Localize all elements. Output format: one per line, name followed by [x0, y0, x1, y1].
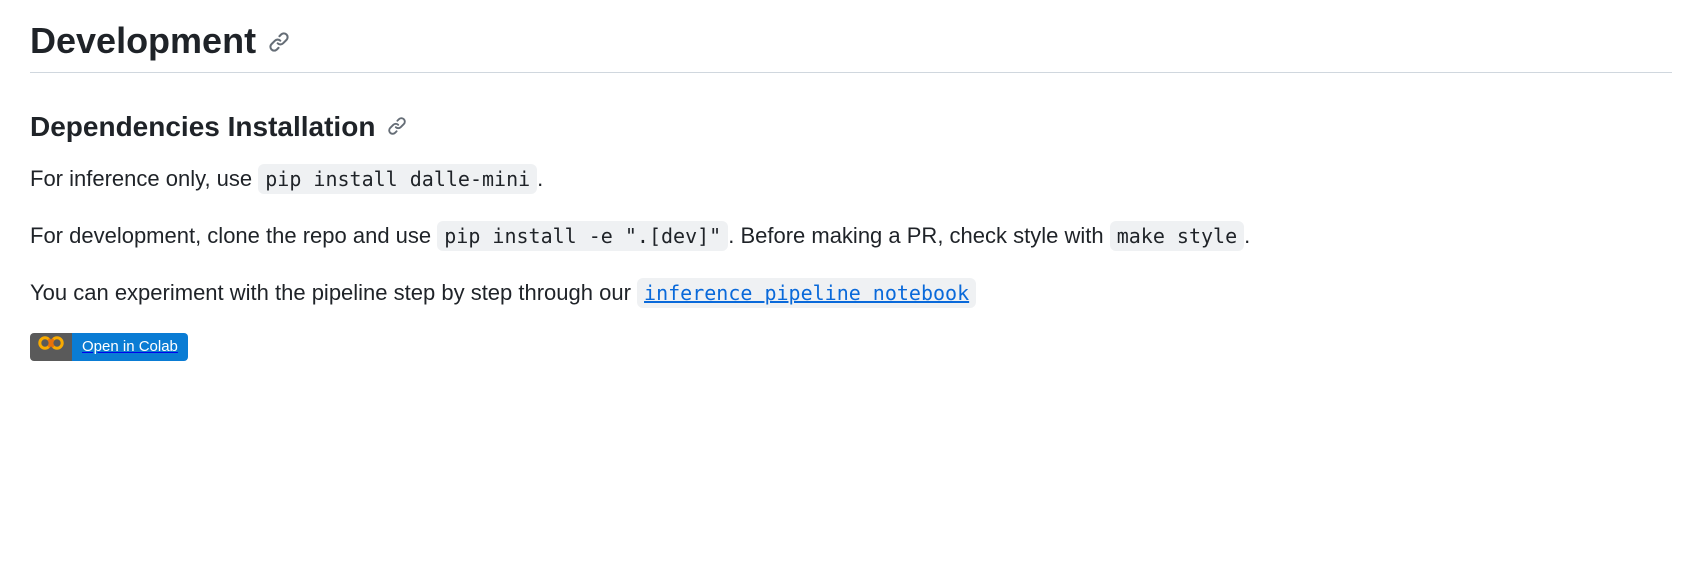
heading-development: Development — [30, 20, 1672, 73]
link-inference-notebook[interactable]: inference pipeline notebook — [637, 280, 976, 305]
anchor-link-dependencies[interactable] — [387, 111, 407, 143]
open-in-colab-badge[interactable]: Open in Colab — [30, 333, 188, 361]
code-pip-install: pip install dalle-mini — [258, 164, 537, 194]
subheading-text: Dependencies Installation — [30, 111, 375, 143]
link-icon — [268, 20, 290, 62]
text: . — [1244, 223, 1250, 248]
colab-icon — [38, 333, 64, 361]
code-link-text: inference pipeline notebook — [637, 278, 976, 308]
text: For development, clone the repo and use — [30, 223, 437, 248]
text: . Before making a PR, check style with — [728, 223, 1110, 248]
heading-text: Development — [30, 20, 256, 62]
paragraph-experiment: You can experiment with the pipeline ste… — [30, 275, 1672, 310]
paragraph-development: For development, clone the repo and use … — [30, 218, 1672, 253]
link-icon — [387, 111, 407, 143]
badge-row: Open in Colab — [30, 333, 1672, 361]
text: You can experiment with the pipeline ste… — [30, 280, 637, 305]
text: . — [537, 166, 543, 191]
colab-logo — [30, 333, 72, 361]
code-make-style: make style — [1110, 221, 1244, 251]
anchor-link-development[interactable] — [268, 20, 290, 62]
text: For inference only, use — [30, 166, 258, 191]
code-pip-dev: pip install -e ".[dev]" — [437, 221, 728, 251]
paragraph-inference: For inference only, use pip install dall… — [30, 161, 1672, 196]
badge-label: Open in Colab — [72, 333, 188, 361]
heading-dependencies: Dependencies Installation — [30, 111, 1672, 143]
readme-section: Development Dependencies Installation Fo… — [0, 0, 1702, 401]
